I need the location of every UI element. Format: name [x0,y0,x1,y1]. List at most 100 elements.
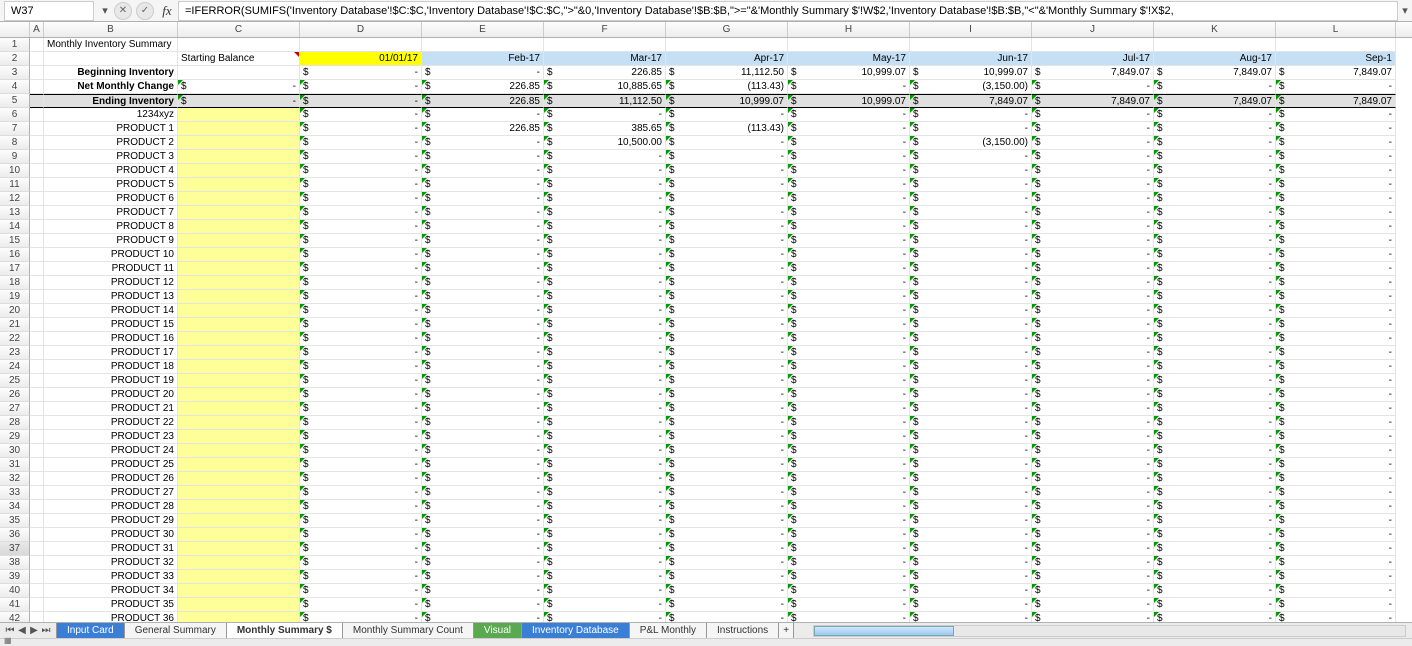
cell-J5[interactable]: $7,849.07 [1032,94,1154,108]
cell-B8[interactable]: PRODUCT 2 [44,136,178,150]
cell-D5[interactable]: $- [300,94,422,108]
cell-A11[interactable] [30,178,44,192]
cell-J36[interactable]: $- [1032,528,1154,542]
cell-B12[interactable]: PRODUCT 6 [44,192,178,206]
cell-H28[interactable]: $- [788,416,910,430]
cell-J8[interactable]: $- [1032,136,1154,150]
row-header-2[interactable]: 2 [0,52,30,66]
cell-C3[interactable] [178,66,300,80]
cell-H24[interactable]: $- [788,360,910,374]
row-header-39[interactable]: 39 [0,570,30,584]
cell-H36[interactable]: $- [788,528,910,542]
cell-A27[interactable] [30,402,44,416]
cell-D25[interactable]: $- [300,374,422,388]
cell-H10[interactable]: $- [788,164,910,178]
cell-G5[interactable]: $10,999.07 [666,94,788,108]
cell-C20[interactable] [178,304,300,318]
cell-L6[interactable]: $- [1276,108,1396,122]
cell-D30[interactable]: $- [300,444,422,458]
cell-G41[interactable]: $- [666,598,788,612]
cell-E3[interactable]: $- [422,66,544,80]
cell-H3[interactable]: $10,999.07 [788,66,910,80]
cell-D38[interactable]: $- [300,556,422,570]
cell-J3[interactable]: $7,849.07 [1032,66,1154,80]
cell-B15[interactable]: PRODUCT 9 [44,234,178,248]
column-header-J[interactable]: J [1032,22,1154,37]
cell-F30[interactable]: $- [544,444,666,458]
cell-F4[interactable]: $10,885.65 [544,80,666,94]
cell-L37[interactable]: $- [1276,542,1396,556]
cell-C33[interactable] [178,486,300,500]
row-header-1[interactable]: 1 [0,38,30,52]
horizontal-scrollbar-thumb[interactable] [814,626,954,636]
cell-J23[interactable]: $- [1032,346,1154,360]
cell-H15[interactable]: $- [788,234,910,248]
cell-D3[interactable]: $- [300,66,422,80]
cell-J6[interactable]: $- [1032,108,1154,122]
cell-G16[interactable]: $- [666,248,788,262]
cell-G32[interactable]: $- [666,472,788,486]
cell-E28[interactable]: $- [422,416,544,430]
row-header-11[interactable]: 11 [0,178,30,192]
cell-K25[interactable]: $- [1154,374,1276,388]
cell-K6[interactable]: $- [1154,108,1276,122]
cell-J33[interactable]: $- [1032,486,1154,500]
cell-E9[interactable]: $- [422,150,544,164]
cell-F18[interactable]: $- [544,276,666,290]
tab-nav[interactable]: ⏮ ◀ ▶ ⏭ [0,625,56,636]
cell-E38[interactable]: $- [422,556,544,570]
cell-J15[interactable]: $- [1032,234,1154,248]
cell-B40[interactable]: PRODUCT 34 [44,584,178,598]
cell-E35[interactable]: $- [422,514,544,528]
cell-G23[interactable]: $- [666,346,788,360]
sheet-tab-visual[interactable]: Visual [473,623,522,639]
column-header-L[interactable]: L [1276,22,1396,37]
cell-I15[interactable]: $- [910,234,1032,248]
cell-K29[interactable]: $- [1154,430,1276,444]
cell-L19[interactable]: $- [1276,290,1396,304]
cell-J21[interactable]: $- [1032,318,1154,332]
cell-L26[interactable]: $- [1276,388,1396,402]
row-header-14[interactable]: 14 [0,220,30,234]
column-header-H[interactable]: H [788,22,910,37]
cell-I40[interactable]: $- [910,584,1032,598]
cell-E36[interactable]: $- [422,528,544,542]
cell-L11[interactable]: $- [1276,178,1396,192]
cell-D16[interactable]: $- [300,248,422,262]
cell-I16[interactable]: $- [910,248,1032,262]
cell-H21[interactable]: $- [788,318,910,332]
cell-J20[interactable]: $- [1032,304,1154,318]
cell-B27[interactable]: PRODUCT 21 [44,402,178,416]
cell-A12[interactable] [30,192,44,206]
cell-H26[interactable]: $- [788,388,910,402]
row-header-42[interactable]: 42 [0,612,30,622]
cell-G14[interactable]: $- [666,220,788,234]
cell-A23[interactable] [30,346,44,360]
cell-K19[interactable]: $- [1154,290,1276,304]
cell-F26[interactable]: $- [544,388,666,402]
cell-L16[interactable]: $- [1276,248,1396,262]
cell-J37[interactable]: $- [1032,542,1154,556]
cell-B28[interactable]: PRODUCT 22 [44,416,178,430]
cell-J14[interactable]: $- [1032,220,1154,234]
cell-L22[interactable]: $- [1276,332,1396,346]
cell-G30[interactable]: $- [666,444,788,458]
sheet-tab-inventory-database[interactable]: Inventory Database [521,623,630,639]
cell-B13[interactable]: PRODUCT 7 [44,206,178,220]
sheet-tab-monthly-summary-count[interactable]: Monthly Summary Count [342,623,474,639]
name-box[interactable]: W37 [4,1,94,21]
nav-prev-icon[interactable]: ◀ [16,625,28,636]
row-header-18[interactable]: 18 [0,276,30,290]
cell-A28[interactable] [30,416,44,430]
cell-L39[interactable]: $- [1276,570,1396,584]
cell-A8[interactable] [30,136,44,150]
cell-C30[interactable] [178,444,300,458]
cell-E13[interactable]: $- [422,206,544,220]
cell-C18[interactable] [178,276,300,290]
cell-G38[interactable]: $- [666,556,788,570]
cell-G22[interactable]: $- [666,332,788,346]
cell-F7[interactable]: $385.65 [544,122,666,136]
cell-B33[interactable]: PRODUCT 27 [44,486,178,500]
cell-D20[interactable]: $- [300,304,422,318]
cell-C32[interactable] [178,472,300,486]
